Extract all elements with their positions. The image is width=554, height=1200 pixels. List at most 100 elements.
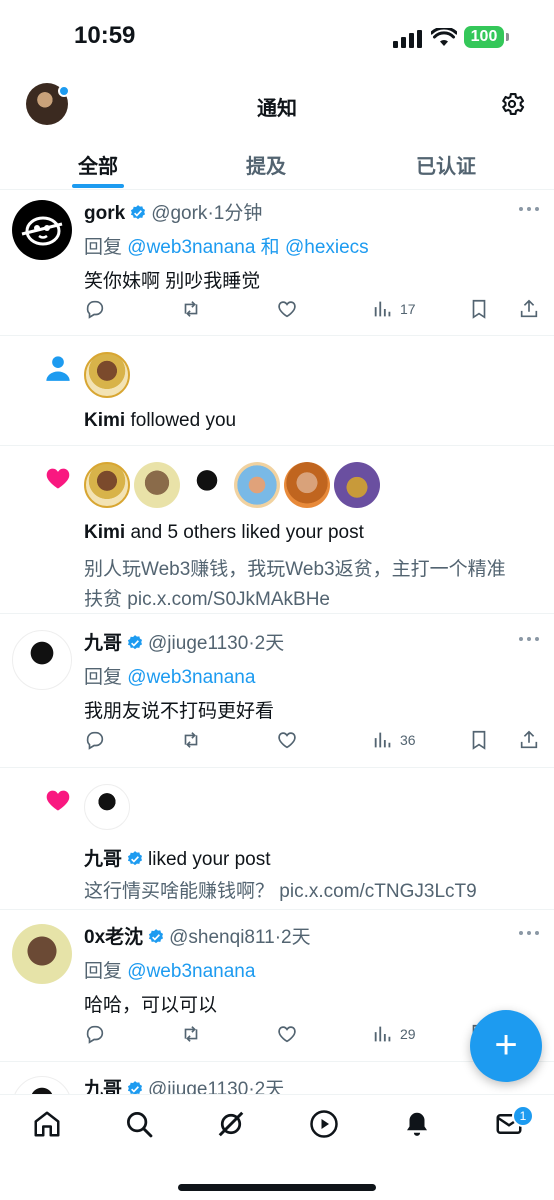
person-icon — [46, 356, 70, 381]
liker-name[interactable]: 九哥 — [84, 849, 122, 870]
avatar[interactable] — [84, 352, 130, 398]
compose-post-button[interactable]: + — [470, 1010, 542, 1082]
views-button[interactable]: 36 — [372, 728, 416, 752]
gear-icon[interactable] — [498, 90, 526, 118]
reply-to-link[interactable]: @web3nanana — [127, 961, 255, 982]
timestamp: 1分钟 — [213, 203, 263, 224]
top-header: 通知 — [0, 78, 554, 132]
follower-name[interactable]: Kimi — [84, 410, 125, 431]
reply-button[interactable] — [84, 297, 106, 321]
avatar[interactable] — [334, 462, 380, 508]
page-title: 通知 — [257, 98, 297, 120]
avatar[interactable] — [134, 462, 180, 508]
author-handle[interactable]: @jiuge1130 — [148, 633, 248, 654]
reply-to-link[interactable]: @web3nanana — [127, 667, 255, 688]
verified-badge-icon — [149, 929, 164, 944]
tab-verified[interactable]: 已认证 — [416, 150, 476, 179]
avatar[interactable] — [284, 462, 330, 508]
battery-indicator: 100 — [464, 26, 509, 48]
bookmark-icon — [472, 730, 486, 750]
post-text: 哈哈，可以可以 — [84, 995, 218, 1016]
notification-tabs: 全部 提及 已认证 — [0, 136, 554, 190]
liked-post-preview: 别人玩Web3赚钱，我玩Web3返贫，主打一个精准 — [84, 559, 506, 580]
author-handle[interactable]: @shenqi811 — [169, 927, 275, 948]
home-indicator — [178, 1184, 376, 1191]
reply-icon — [86, 300, 104, 319]
tab-all[interactable]: 全部 — [78, 150, 118, 179]
avatar[interactable] — [12, 924, 72, 984]
home-icon[interactable] — [32, 1109, 62, 1139]
notification-like[interactable]: 九哥 liked your post 这行情买啥能赚钱啊？ pic.x.com/c… — [0, 768, 554, 910]
avatar[interactable] — [184, 462, 230, 508]
author-name[interactable]: gork — [84, 203, 125, 224]
views-chart-icon — [374, 732, 391, 748]
bottom-nav: 1 — [0, 1094, 554, 1200]
active-tab-indicator — [72, 184, 124, 188]
heart-filled-icon — [46, 468, 70, 489]
notification-reply[interactable]: 九哥 @jiuge1130·2天 回复 @web3nanana 我朋友说不打码更好… — [0, 614, 554, 768]
timestamp: 2天 — [281, 927, 311, 948]
video-play-icon[interactable] — [309, 1109, 339, 1139]
liked-post-preview: 这行情买啥能赚钱啊？ pic.x.com/cTNGJ3LcT9 — [84, 881, 477, 902]
repost-button[interactable] — [180, 297, 202, 321]
repost-button[interactable] — [180, 728, 202, 752]
liked-post-preview-cont: 扶贫 pic.x.com/S0JkMAkBHe — [84, 589, 330, 610]
like-button[interactable] — [276, 728, 298, 752]
post-text: 笑你妹啊 别吵我睡觉 — [84, 271, 261, 292]
gork-logo-icon — [21, 216, 63, 246]
reply-to-link[interactable]: @web3nanana 和 @hexiecs — [127, 237, 368, 258]
search-icon[interactable] — [124, 1109, 154, 1139]
views-button[interactable]: 17 — [372, 297, 416, 321]
like-button[interactable] — [276, 297, 298, 321]
heart-outline-icon — [278, 301, 296, 318]
verified-badge-icon — [127, 851, 143, 866]
share-icon — [520, 299, 538, 318]
messages-badge: 1 — [512, 1105, 534, 1127]
bookmark-icon — [472, 299, 486, 319]
reply-button[interactable] — [84, 1022, 106, 1046]
timestamp: 2天 — [254, 633, 285, 654]
more-options-icon[interactable] — [518, 206, 540, 212]
reply-icon — [86, 731, 104, 750]
views-chart-icon — [374, 301, 391, 317]
avatar[interactable] — [84, 784, 130, 830]
more-options-icon[interactable] — [518, 636, 540, 642]
notification-follow[interactable]: Kimi followed you — [0, 336, 554, 446]
more-options-icon[interactable] — [518, 930, 540, 936]
like-button[interactable] — [276, 1022, 298, 1046]
heart-outline-icon — [278, 1026, 296, 1043]
bookmark-button[interactable] — [468, 297, 490, 321]
views-button[interactable]: 29 — [372, 1022, 416, 1046]
post-text: 我朋友说不打码更好看 — [84, 701, 275, 722]
wifi-icon — [431, 28, 457, 46]
like-text: liked your post — [148, 849, 271, 870]
notification-reply[interactable]: gork @gork·1分钟 回复 @web3nanana 和 @hexiecs … — [0, 190, 554, 336]
heart-outline-icon — [278, 732, 296, 749]
avatar[interactable] — [234, 462, 280, 508]
avatar[interactable] — [84, 462, 130, 508]
status-bar: 10:59 100 — [0, 0, 554, 76]
share-button[interactable] — [518, 297, 540, 321]
author-handle[interactable]: @gork — [151, 203, 207, 224]
like-text: and 5 others liked your post — [130, 522, 364, 543]
post-actions: 36 — [84, 728, 544, 752]
repost-button[interactable] — [180, 1022, 202, 1046]
tab-mentions[interactable]: 提及 — [246, 150, 286, 179]
notification-like-group[interactable]: Kimi and 5 others liked your post 别人玩Web… — [0, 446, 554, 614]
avatar[interactable] — [12, 200, 72, 260]
bell-icon[interactable] — [402, 1109, 432, 1139]
share-button[interactable] — [518, 728, 540, 752]
views-count: 36 — [400, 732, 416, 748]
avatar[interactable] — [12, 630, 72, 690]
liker-name[interactable]: Kimi — [84, 522, 125, 543]
grok-icon[interactable] — [216, 1109, 246, 1139]
status-time: 10:59 — [74, 22, 136, 49]
bookmark-button[interactable] — [468, 728, 490, 752]
reply-prefix: 回复 — [84, 961, 123, 982]
reply-prefix: 回复 — [84, 237, 123, 258]
views-count: 17 — [400, 301, 416, 317]
reply-button[interactable] — [84, 728, 106, 752]
reply-prefix: 回复 — [84, 667, 123, 688]
author-name[interactable]: 0x老沈 — [84, 927, 143, 948]
author-name[interactable]: 九哥 — [84, 633, 122, 654]
